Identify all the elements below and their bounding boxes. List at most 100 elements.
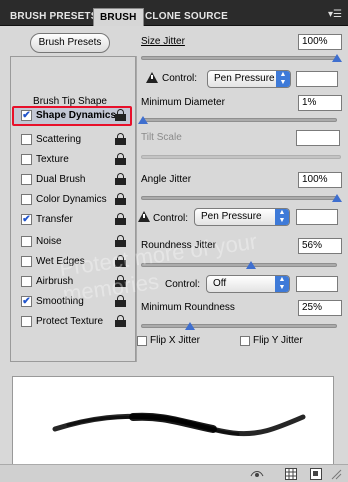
brush-option-color-dynamics[interactable]: Color Dynamics xyxy=(12,192,132,208)
brush-stroke-preview xyxy=(12,376,334,466)
option-checkbox[interactable]: ✔ xyxy=(21,296,32,307)
lock-icon[interactable] xyxy=(115,193,126,205)
brush-option-texture[interactable]: Texture xyxy=(12,152,132,168)
flip-y-label: Flip Y Jitter xyxy=(253,335,303,346)
angle-jitter-thumb[interactable] xyxy=(332,194,342,202)
brush-option-transfer[interactable]: ✔ Transfer xyxy=(12,212,132,228)
option-checkbox[interactable] xyxy=(21,256,32,267)
angle-jitter-field[interactable]: 100% xyxy=(298,172,342,188)
lock-icon[interactable] xyxy=(115,315,126,327)
lock-icon[interactable] xyxy=(115,275,126,287)
option-label: Smoothing xyxy=(36,296,84,307)
min-diameter-slider[interactable] xyxy=(141,118,337,122)
option-checkbox[interactable] xyxy=(21,154,32,165)
tab-brush[interactable]: BRUSH xyxy=(93,8,144,26)
warning-icon xyxy=(138,211,150,222)
option-label: Wet Edges xyxy=(36,256,85,267)
control-select[interactable]: Off ▲ ▼ xyxy=(206,275,290,293)
tab-brush-presets[interactable]: BRUSH PRESETS xyxy=(4,8,104,26)
option-checkbox[interactable] xyxy=(21,276,32,287)
lock-icon[interactable] xyxy=(115,153,126,165)
tab-clone-source[interactable]: CLONE SOURCE xyxy=(139,8,234,26)
column-divider xyxy=(136,56,137,362)
brush-option-smoothing[interactable]: ✔ Smoothing xyxy=(12,294,132,310)
control-value-box[interactable] xyxy=(296,276,338,292)
option-label: Scattering xyxy=(36,134,82,145)
min-roundness-label: Minimum Roundness xyxy=(141,302,235,313)
control-value-box[interactable] xyxy=(296,71,338,87)
brush-option-wet-edges[interactable]: Wet Edges xyxy=(12,254,132,270)
control-select[interactable]: Pen Pressure ▲ ▼ xyxy=(194,208,290,226)
option-checkbox[interactable]: ✔ xyxy=(21,110,32,121)
lock-icon[interactable] xyxy=(115,109,126,121)
brush-option-airbrush[interactable]: Airbrush xyxy=(12,274,132,290)
option-checkbox[interactable] xyxy=(21,174,32,185)
toggle-live-tip-icon[interactable] xyxy=(250,468,264,480)
angle-jitter-slider[interactable] xyxy=(141,196,337,200)
lock-icon[interactable] xyxy=(115,295,126,307)
size-jitter-thumb[interactable] xyxy=(332,54,342,62)
min-diameter-thumb[interactable] xyxy=(137,116,148,124)
select-arrows-icon: ▲ ▼ xyxy=(275,209,289,225)
control-select-value: Off xyxy=(213,278,227,289)
min-diameter-label: Minimum Diameter xyxy=(141,97,225,108)
brush-panel: Brush Presets Brush Tip Shape ✔ Shape Dyn… xyxy=(0,26,348,482)
option-checkbox[interactable] xyxy=(21,134,32,145)
roundness-jitter-field[interactable]: 56% xyxy=(298,238,342,254)
angle-jitter-label: Angle Jitter xyxy=(141,174,192,185)
min-roundness-thumb[interactable] xyxy=(185,322,195,330)
tilt-scale-label: Tilt Scale xyxy=(141,132,182,143)
lock-icon[interactable] xyxy=(115,173,126,185)
lock-icon[interactable] xyxy=(115,255,126,267)
option-label: Shape Dynamics xyxy=(36,110,117,121)
size-jitter-slider[interactable] xyxy=(141,56,337,60)
option-checkbox[interactable] xyxy=(21,236,32,247)
lock-icon[interactable] xyxy=(115,213,126,225)
flip-x-label: Flip X Jitter xyxy=(150,335,201,346)
roundness-jitter-thumb[interactable] xyxy=(245,261,256,269)
control-select[interactable]: Pen Pressure ▲ ▼ xyxy=(207,70,291,88)
tilt-scale-field[interactable] xyxy=(296,130,340,146)
min-roundness-slider[interactable] xyxy=(141,324,337,328)
brush-option-shape-dynamics[interactable]: ✔ Shape Dynamics xyxy=(12,108,132,124)
brush-option-noise[interactable]: Noise xyxy=(12,234,132,250)
option-label: Airbrush xyxy=(36,276,74,287)
option-label: Noise xyxy=(36,236,62,247)
brush-option-scattering[interactable]: Scattering xyxy=(12,132,132,148)
control-label: Control: xyxy=(153,213,189,224)
brush-presets-button[interactable]: Brush Presets xyxy=(30,33,110,53)
grid-icon[interactable] xyxy=(285,468,297,480)
option-checkbox[interactable]: ✔ xyxy=(21,214,32,225)
new-brush-icon[interactable] xyxy=(310,468,322,480)
min-diameter-field[interactable]: 1% xyxy=(298,95,342,111)
lock-icon[interactable] xyxy=(115,133,126,145)
flip-x-checkbox[interactable] xyxy=(137,336,147,346)
control-label: Control: xyxy=(162,73,198,84)
panel-tab-bar: BRUSH PRESETS BRUSH CLONE SOURCE ▾☰ xyxy=(0,0,348,26)
flip-y-checkbox[interactable] xyxy=(240,336,250,346)
option-label: Color Dynamics xyxy=(36,194,107,205)
control-label: Control: xyxy=(165,279,201,290)
roundness-jitter-slider[interactable] xyxy=(141,263,337,267)
control-select-value: Pen Pressure xyxy=(201,211,262,222)
option-checkbox[interactable] xyxy=(21,316,32,327)
option-label: Texture xyxy=(36,154,69,165)
size-jitter-field[interactable]: 100% xyxy=(298,34,342,50)
min-roundness-field[interactable]: 25% xyxy=(298,300,342,316)
control-value-box[interactable] xyxy=(296,209,338,225)
option-label: Transfer xyxy=(36,214,73,225)
control-select-value: Pen Pressure xyxy=(214,73,275,84)
option-label: Dual Brush xyxy=(36,174,86,185)
brush-option-dual-brush[interactable]: Dual Brush xyxy=(12,172,132,188)
option-checkbox[interactable] xyxy=(21,194,32,205)
panel-bottom-bar xyxy=(0,464,348,482)
roundness-jitter-label: Roundness Jitter xyxy=(141,240,217,251)
resize-grip-icon[interactable] xyxy=(330,468,342,480)
tilt-scale-slider[interactable] xyxy=(141,155,341,159)
brush-option-protect-texture[interactable]: Protect Texture xyxy=(12,314,132,330)
panel-menu-icon[interactable]: ▾☰ xyxy=(327,8,343,22)
size-jitter-label: Size Jitter xyxy=(141,36,185,47)
lock-icon[interactable] xyxy=(115,235,126,247)
option-label: Protect Texture xyxy=(36,316,104,327)
brush-stroke-icon xyxy=(52,412,306,437)
